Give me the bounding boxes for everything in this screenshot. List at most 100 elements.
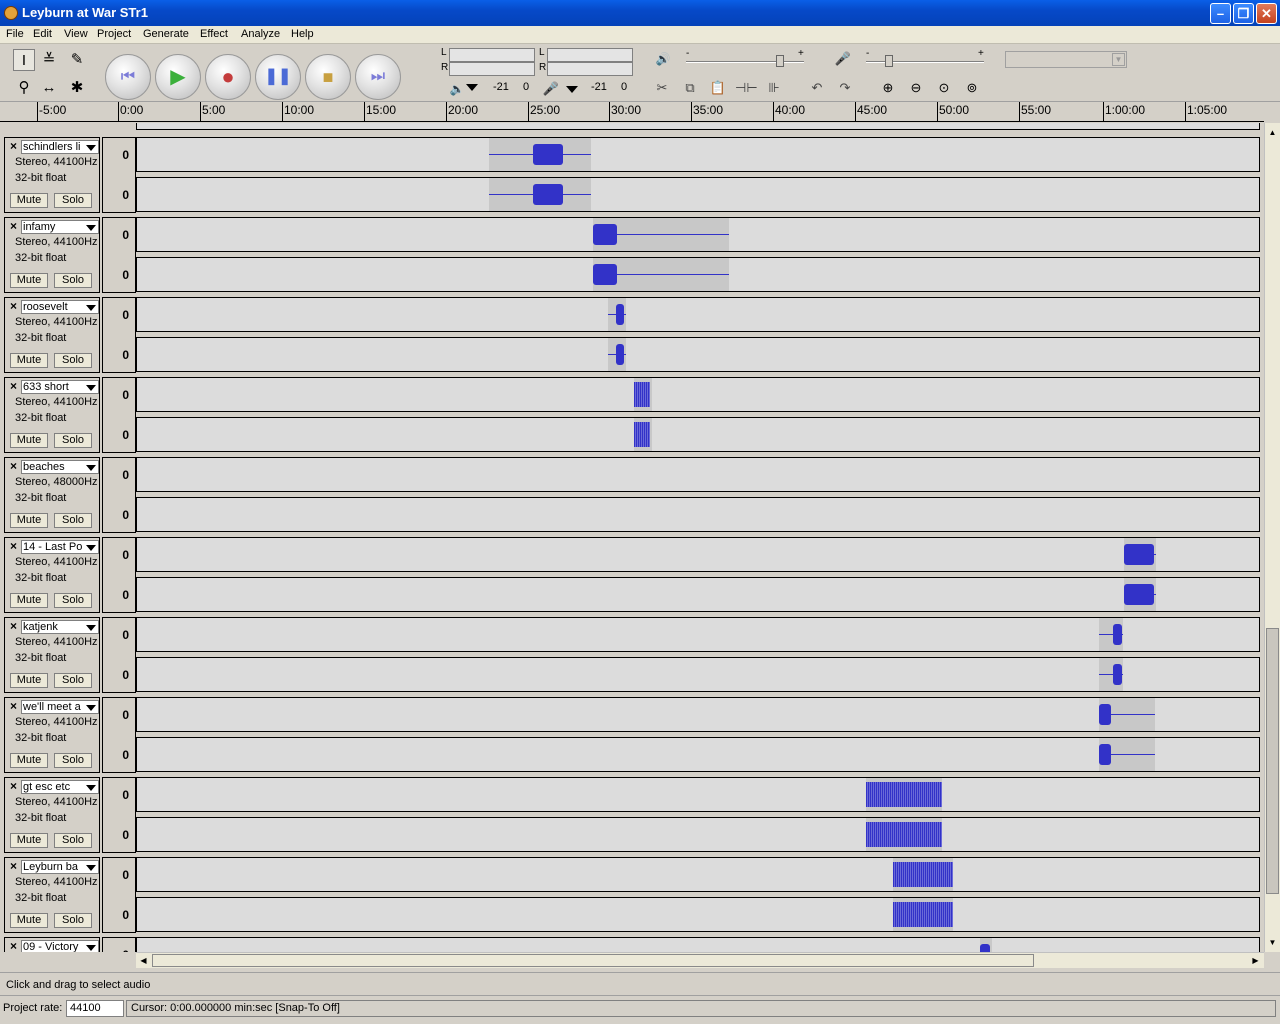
- waveform-right-channel[interactable]: [136, 177, 1260, 212]
- rec-meter-menu-arrow[interactable]: [566, 86, 578, 93]
- zoom-in-icon[interactable]: ⊕: [877, 77, 899, 99]
- mute-button[interactable]: Mute: [10, 353, 48, 368]
- vertical-scrollbar[interactable]: ▲ ▼: [1264, 123, 1280, 952]
- waveform-right-channel[interactable]: [136, 577, 1260, 612]
- menu-edit[interactable]: Edit: [33, 28, 52, 40]
- timeshift-tool-icon[interactable]: ↔: [38, 77, 60, 99]
- mute-button[interactable]: Mute: [10, 513, 48, 528]
- waveform-right-channel[interactable]: [136, 257, 1260, 292]
- audio-clip[interactable]: [1099, 618, 1123, 651]
- vertical-scroll-thumb[interactable]: [1266, 628, 1279, 894]
- audio-clip[interactable]: [1124, 578, 1156, 611]
- zoom-out-icon[interactable]: ⊖: [905, 77, 927, 99]
- waveform-right-channel[interactable]: [136, 417, 1260, 452]
- selection-tool-icon[interactable]: Ι: [13, 49, 35, 71]
- horizontal-scroll-thumb[interactable]: [152, 954, 1034, 967]
- solo-button[interactable]: Solo: [54, 593, 92, 608]
- waveform-left-channel[interactable]: [136, 137, 1260, 172]
- track-close-icon[interactable]: ×: [7, 700, 20, 713]
- menu-file[interactable]: File: [6, 28, 24, 40]
- track-close-icon[interactable]: ×: [7, 140, 20, 153]
- track-name-menu[interactable]: beaches: [21, 460, 99, 474]
- menu-generate[interactable]: Generate: [143, 28, 189, 40]
- output-volume-slider[interactable]: [686, 61, 804, 63]
- track-close-icon[interactable]: ×: [7, 860, 20, 873]
- horizontal-scrollbar[interactable]: ◀ ▶: [136, 952, 1264, 968]
- fit-selection-icon[interactable]: ⊙: [933, 77, 955, 99]
- track-name-menu[interactable]: katjenk: [21, 620, 99, 634]
- solo-button[interactable]: Solo: [54, 193, 92, 208]
- track-name-menu[interactable]: 09 - Victory: [21, 940, 99, 952]
- waveform-left-channel[interactable]: [136, 697, 1260, 732]
- timeline-ruler[interactable]: -5:00 0:00 5:00 10:00 15:00 20:00 25:00 30:00 35…: [0, 102, 1264, 122]
- waveform-left-channel[interactable]: [136, 377, 1260, 412]
- mute-button[interactable]: Mute: [10, 193, 48, 208]
- chevron-down-icon[interactable]: [86, 705, 96, 711]
- waveform-right-channel[interactable]: [136, 657, 1260, 692]
- audio-clip[interactable]: [634, 378, 652, 411]
- chevron-down-icon[interactable]: [86, 305, 96, 311]
- scroll-up-icon[interactable]: ▲: [1265, 125, 1280, 140]
- input-volume-slider[interactable]: [866, 61, 984, 63]
- audio-clip[interactable]: [489, 178, 591, 211]
- waveform-right-channel[interactable]: [136, 497, 1260, 532]
- waveform-right-channel[interactable]: [136, 337, 1260, 372]
- paste-icon[interactable]: 📋: [707, 77, 729, 99]
- audio-clip[interactable]: [593, 258, 729, 291]
- undo-icon[interactable]: ↶: [806, 77, 828, 99]
- audio-clip[interactable]: [608, 338, 626, 371]
- speaker-icon[interactable]: 🔈: [446, 78, 468, 100]
- audio-clip[interactable]: [1099, 658, 1123, 691]
- chevron-down-icon[interactable]: [86, 145, 96, 151]
- record-icon[interactable]: ●: [205, 54, 251, 100]
- project-rate-input[interactable]: 44100: [66, 1000, 124, 1017]
- stop-icon[interactable]: ■: [305, 54, 351, 100]
- track-name-menu[interactable]: gt esc etc: [21, 780, 99, 794]
- audio-clip[interactable]: [593, 218, 729, 251]
- chevron-down-icon[interactable]: ▼: [1112, 53, 1125, 66]
- waveform-right-channel[interactable]: [136, 897, 1260, 932]
- close-window-button[interactable]: ✕: [1256, 3, 1277, 24]
- cut-icon[interactable]: ✂: [651, 77, 673, 99]
- solo-button[interactable]: Solo: [54, 353, 92, 368]
- track-close-icon[interactable]: ×: [7, 940, 20, 953]
- skip-end-icon[interactable]: ⏭: [355, 54, 401, 100]
- waveform-left-channel[interactable]: [136, 937, 1260, 952]
- minimize-button[interactable]: –: [1210, 3, 1231, 24]
- output-volume-thumb[interactable]: [776, 55, 784, 67]
- maximize-button[interactable]: ❐: [1233, 3, 1254, 24]
- menu-project[interactable]: Project: [97, 28, 131, 40]
- audio-clip[interactable]: [608, 298, 626, 331]
- scroll-down-icon[interactable]: ▼: [1265, 935, 1280, 950]
- menu-effect[interactable]: Effect: [200, 28, 228, 40]
- track-close-icon[interactable]: ×: [7, 220, 20, 233]
- waveform-left-channel[interactable]: [136, 297, 1260, 332]
- microphone-icon[interactable]: 🎤: [540, 78, 562, 100]
- chevron-down-icon[interactable]: [86, 465, 96, 471]
- track-close-icon[interactable]: ×: [7, 380, 20, 393]
- chevron-down-icon[interactable]: [86, 785, 96, 791]
- track-name-menu[interactable]: Leyburn ba: [21, 860, 99, 874]
- copy-icon[interactable]: ⧉: [679, 77, 701, 99]
- solo-button[interactable]: Solo: [54, 673, 92, 688]
- fit-project-icon[interactable]: ⊚: [961, 77, 983, 99]
- waveform-right-channel[interactable]: [136, 817, 1260, 852]
- input-volume-thumb[interactable]: [885, 55, 893, 67]
- track-name-menu[interactable]: we'll meet a: [21, 700, 99, 714]
- mute-button[interactable]: Mute: [10, 673, 48, 688]
- audio-clip[interactable]: [1099, 738, 1155, 771]
- waveform-right-channel[interactable]: [136, 737, 1260, 772]
- solo-button[interactable]: Solo: [54, 913, 92, 928]
- track-name-menu[interactable]: 14 - Last Po: [21, 540, 99, 554]
- skip-start-icon[interactable]: ⏮: [105, 54, 151, 100]
- chevron-down-icon[interactable]: [86, 545, 96, 551]
- silence-icon[interactable]: ⊪: [763, 77, 785, 99]
- audio-clip[interactable]: [866, 778, 942, 811]
- audio-clip[interactable]: [634, 418, 652, 451]
- menu-analyze[interactable]: Analyze: [241, 28, 280, 40]
- chevron-down-icon[interactable]: [86, 865, 96, 871]
- waveform-left-channel[interactable]: [136, 857, 1260, 892]
- device-select[interactable]: ▼: [1005, 51, 1127, 68]
- audio-clip[interactable]: [866, 818, 942, 851]
- play-icon[interactable]: ▶: [155, 54, 201, 100]
